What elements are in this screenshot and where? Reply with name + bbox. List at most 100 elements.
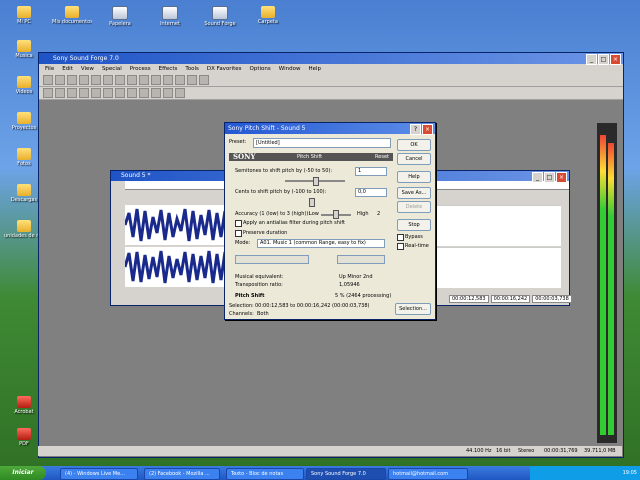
desktop-icon-1[interactable]: Mi PC [4,6,44,25]
menu-effects[interactable]: Effects [159,64,178,74]
reverse-icon[interactable] [175,88,185,98]
waveform-right-graphic [125,250,233,284]
sound-close-button[interactable]: × [556,172,567,183]
preserve-duration-checkbox[interactable] [235,230,242,237]
loop-icon[interactable] [187,75,197,85]
end-icon[interactable] [91,88,101,98]
musical-equivalent-label: Musical equivalent: [235,274,284,280]
copy-icon[interactable] [91,75,101,85]
paste-icon[interactable] [103,75,113,85]
semitones-label: Semitones to shift pitch by (-50 to 50): [235,168,333,174]
maximize-button[interactable]: □ [598,54,609,65]
dialog-titlebar[interactable]: Sony Pitch Shift - Sound 5 ? × [225,123,435,135]
desktop-icon-2[interactable]: Mis documentos [52,6,92,25]
stop-icon[interactable] [175,75,185,85]
cancel-button[interactable]: Cancel [397,153,431,165]
pause-icon[interactable] [67,88,77,98]
app-titlebar[interactable]: Sony Sound Forge 7.0 _ □ × [39,53,623,65]
semitones-input[interactable]: 1 [355,167,387,176]
magnify-icon[interactable] [115,88,125,98]
help-button[interactable]: Help [397,171,431,183]
task-sound-forge[interactable]: Sony Sound Forge 7.0 [306,468,386,480]
desktop-icon-5[interactable]: Sound Forge [200,6,240,27]
cents-input[interactable]: 0,0 [355,188,387,197]
menu-view[interactable]: View [81,64,94,74]
waveform-left-graphic [125,208,233,242]
close-button[interactable]: × [610,54,621,65]
new-icon[interactable] [43,75,53,85]
preset-select[interactable]: [Untitled] [253,138,391,148]
real-time-checkbox[interactable] [397,243,404,250]
menu-process[interactable]: Process [130,64,151,74]
level-meter-left [600,135,606,435]
dialog-help-button[interactable]: ? [410,124,421,135]
waveform-left-tail[interactable] [437,205,561,246]
sound-forge-icon [212,6,228,20]
app-statusbar: 44.100 Hz 16 bit Stereo 00:00:31,769 39.… [38,446,622,456]
desktop-icon-4[interactable]: Internet [150,6,190,27]
toolbar-main [39,74,623,87]
stop-button[interactable]: Stop [397,219,431,231]
pencil-icon[interactable] [127,88,137,98]
preserve-duration-label: Preserve duration [243,230,288,236]
menu-options[interactable]: Options [250,64,271,74]
folder-icon [17,220,31,232]
minimize-button[interactable]: _ [586,54,597,65]
record-icon[interactable] [151,75,161,85]
desktop-icon-3[interactable]: Papelera [100,6,140,27]
forward-icon[interactable] [79,88,89,98]
fade-in-icon[interactable] [151,88,161,98]
fade-out-icon[interactable] [163,88,173,98]
cut-icon[interactable] [79,75,89,85]
edit-tool-icon[interactable] [103,88,113,98]
task-live-messenger[interactable]: (4) - Windows Live Me... [60,468,138,480]
task-notepad[interactable]: Texto - Bloc de notas [226,468,304,480]
menu-file[interactable]: File [45,64,54,74]
rewind-icon[interactable] [43,88,53,98]
preset-label: Preset: [229,139,247,145]
bit-depth: 16 bit [496,448,511,454]
save-icon[interactable] [67,75,77,85]
play-icon[interactable] [163,75,173,85]
semitones-slider-thumb[interactable] [313,177,319,186]
menu-special[interactable]: Special [102,64,122,74]
marker-icon[interactable] [199,75,209,85]
task-firefox[interactable]: (2) Facebook - Mozilla ... [144,468,220,480]
play-all-icon[interactable] [55,88,65,98]
cents-slider-thumb[interactable] [309,198,315,207]
redo-icon[interactable] [127,75,137,85]
delete-button[interactable]: Delete [397,201,431,213]
menu-tools[interactable]: Tools [185,64,199,74]
start-button[interactable]: Iniciar [0,466,46,480]
waveform-left-channel[interactable] [125,205,233,245]
pdf-icon [17,428,31,440]
desktop-icon-6[interactable]: Carpeta [248,6,288,25]
sound-maximize-button[interactable]: □ [544,172,555,183]
selection-start: 00:00:12,583 [449,295,489,303]
mode-select[interactable]: A01. Music 1 (common Range, easy to fix) [257,239,385,248]
waveform-right-channel[interactable] [125,247,233,287]
file-length: 00:00:31,769 [544,448,578,454]
dialog-close-button[interactable]: × [422,124,433,135]
bypass-checkbox[interactable] [397,234,404,241]
open-icon[interactable] [55,75,65,85]
selection-button[interactable]: Selection... [395,303,431,315]
menu-dx-favorites[interactable]: DX Favorites [207,64,242,74]
normalize-icon[interactable] [139,88,149,98]
clock[interactable]: 19:05 [623,470,637,476]
waveform-right-tail[interactable] [437,247,561,288]
zoom-icon[interactable] [139,75,149,85]
ok-button[interactable]: OK [397,139,431,151]
menu-edit[interactable]: Edit [62,64,73,74]
task-hotmail[interactable]: hotmail@hotmail.com [388,468,468,480]
undo-icon[interactable] [115,75,125,85]
menu-window[interactable]: Window [279,64,301,74]
sound-minimize-button[interactable]: _ [532,172,543,183]
pitch-shift-dialog: Sony Pitch Shift - Sound 5 ? × Preset: [… [224,122,436,320]
accuracy-slider-thumb[interactable] [333,210,339,219]
antialias-checkbox[interactable] [235,220,242,227]
reset-link[interactable]: Reset [375,153,389,161]
menu-help[interactable]: Help [308,64,321,74]
save-as-button[interactable]: Save As... [397,187,431,199]
progress-label: Pitch Shift [235,293,265,299]
